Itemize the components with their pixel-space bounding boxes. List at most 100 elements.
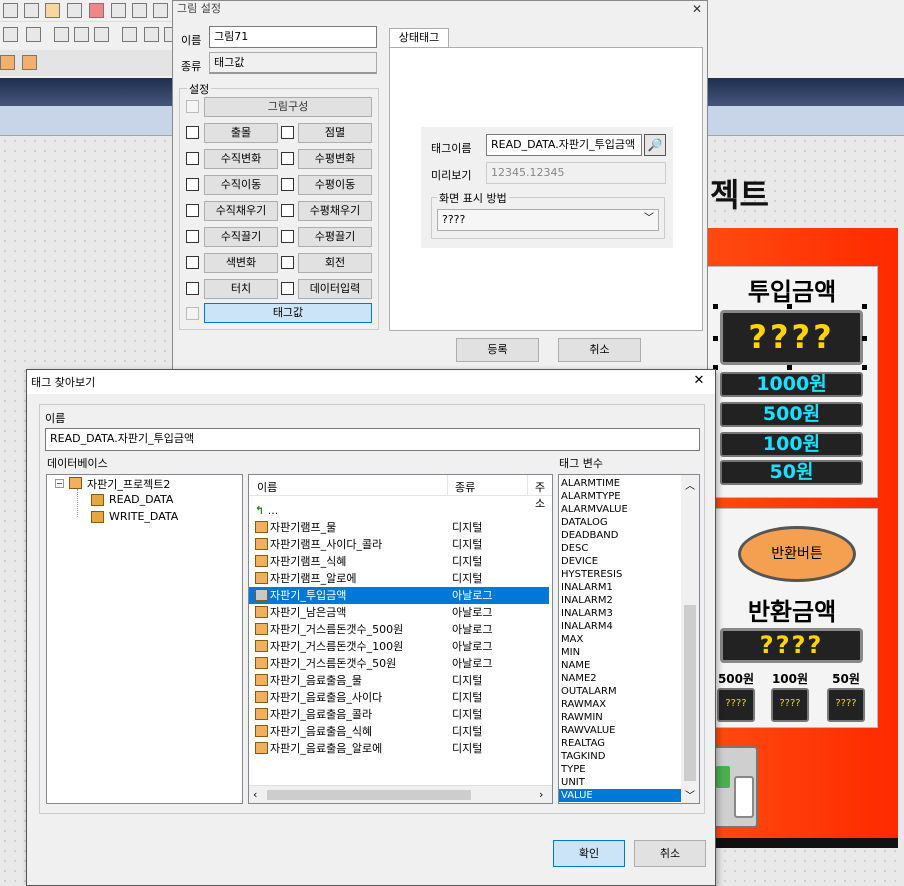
selection-handle[interactable]: [787, 365, 792, 370]
toolbar-grid-icon[interactable]: [153, 3, 168, 18]
tag-var-item[interactable]: ALARMTYPE: [559, 490, 681, 503]
option-button[interactable]: 출몰: [204, 123, 278, 143]
option-checkbox[interactable]: [281, 126, 294, 139]
tag-var-item[interactable]: INALARM1: [559, 581, 681, 594]
tag-var-item[interactable]: ALARMTIME: [559, 477, 681, 490]
option-button[interactable]: 색변화: [204, 253, 278, 273]
toolbar-open-icon[interactable]: [24, 3, 39, 18]
vertical-scrollbar[interactable]: ︿ ﹀: [681, 475, 699, 803]
scroll-left-icon[interactable]: ‹: [253, 788, 257, 801]
col-kind-header[interactable]: 종류: [455, 479, 475, 495]
tag-var-item[interactable]: VALUE: [559, 789, 681, 802]
tag-path-input[interactable]: READ_DATA.자판기_투입금액: [45, 428, 700, 451]
selection-handle[interactable]: [862, 365, 867, 370]
selection-handle[interactable]: [862, 336, 867, 341]
h-space-icon[interactable]: [122, 27, 137, 42]
v-space-icon[interactable]: [144, 27, 159, 42]
cancel-button[interactable]: 취소: [558, 338, 641, 362]
option-button[interactable]: 수평채우기: [298, 201, 372, 221]
table-row[interactable]: 자판기_음료출음_식혜 디지털: [249, 723, 549, 740]
tag-var-item[interactable]: RAWMAX: [559, 698, 681, 711]
cancel-button[interactable]: 취소: [634, 840, 706, 867]
option-checkbox[interactable]: [281, 256, 294, 269]
close-icon[interactable]: ✕: [689, 373, 709, 388]
register-button[interactable]: 등록: [456, 338, 539, 362]
option-checkbox[interactable]: [281, 282, 294, 295]
tag-var-item[interactable]: NAME2: [559, 672, 681, 685]
tag-var-list[interactable]: ALARMTIME ALARMTYPE ALARMVALUE DATALOG DEADB…: [558, 474, 700, 804]
option-button[interactable]: 데이터입력: [298, 279, 372, 299]
table-row[interactable]: 자판기_음료출음_알로에 디지털: [249, 740, 549, 757]
align-bottom-icon[interactable]: [26, 27, 41, 42]
table-row[interactable]: 자판기램프_사이다_콜라 디지털: [249, 536, 549, 553]
table-row[interactable]: 자판기_남은금액 아날로그: [249, 604, 549, 621]
tag-list[interactable]: 이름 종류 주소 ↰ ... 자판기램프_물 디지털 자판기램프_사이다_콜라 디지털…: [248, 474, 553, 804]
col-name-header[interactable]: 이름: [257, 479, 277, 495]
tag-var-item[interactable]: DEADBAND: [559, 529, 681, 542]
list-item-parent[interactable]: ↰ ...: [249, 502, 549, 519]
scroll-up-icon[interactable]: ︿: [685, 477, 695, 492]
collapse-icon[interactable]: −: [55, 479, 64, 488]
insert-display[interactable]: ????: [720, 310, 863, 365]
tree-root[interactable]: 자판기_프로젝트2: [87, 476, 170, 492]
image-tool-icon[interactable]: [22, 55, 37, 70]
option-checkbox[interactable]: [186, 126, 199, 139]
option-button[interactable]: 점멸: [298, 123, 372, 143]
tag-var-item[interactable]: DESC: [559, 542, 681, 555]
table-row[interactable]: 자판기_음료출음_콜라 디지털: [249, 706, 549, 723]
align-left-icon[interactable]: [3, 27, 18, 42]
option-button[interactable]: 수직변화: [204, 149, 278, 169]
tag-value-button[interactable]: 태그값: [204, 303, 372, 323]
same-width-icon[interactable]: [54, 27, 69, 42]
toolbar-new-icon[interactable]: [3, 3, 18, 18]
tree-item-read-data[interactable]: READ_DATA: [109, 493, 173, 506]
tag-var-item[interactable]: TYPE: [559, 763, 681, 776]
picture-tool-icon[interactable]: [0, 55, 15, 70]
option-button[interactable]: 수직끌기: [204, 227, 278, 247]
option-checkbox[interactable]: [186, 152, 199, 165]
toolbar-save-icon[interactable]: [45, 3, 60, 18]
tag-var-item[interactable]: INALARM4: [559, 620, 681, 633]
tag-var-item[interactable]: REALTAG: [559, 737, 681, 750]
tag-var-item[interactable]: DEVICE: [559, 555, 681, 568]
table-row[interactable]: 자판기_음료출음_사이다 디지털: [249, 689, 549, 706]
option-button[interactable]: 수평변화: [298, 149, 372, 169]
option-checkbox[interactable]: [281, 178, 294, 191]
selection-handle[interactable]: [862, 304, 867, 309]
toolbar-print-icon[interactable]: [67, 3, 82, 18]
option-checkbox[interactable]: [281, 204, 294, 217]
tag-var-item[interactable]: OUTALARM: [559, 685, 681, 698]
display-method-select[interactable]: ???? ﹀: [437, 209, 659, 231]
option-button[interactable]: 수직이동: [204, 175, 278, 195]
tag-browse-icon[interactable]: 🔎: [644, 134, 666, 156]
option-checkbox[interactable]: [186, 178, 199, 191]
option-checkbox[interactable]: [281, 230, 294, 243]
toolbar-doc-icon[interactable]: [111, 3, 126, 18]
table-row[interactable]: 자판기램프_알로에 디지털: [249, 570, 549, 587]
table-row[interactable]: 자판기램프_물 디지털: [249, 519, 549, 536]
table-row[interactable]: 자판기_거스름돈갯수_500원 아날로그: [249, 621, 549, 638]
scroll-down-icon[interactable]: ﹀: [685, 787, 695, 802]
option-button[interactable]: 수직채우기: [204, 201, 278, 221]
tag-var-item[interactable]: MIN: [559, 646, 681, 659]
coin-50-button[interactable]: 50원: [720, 460, 863, 485]
tag-var-item[interactable]: HYSTERESIS: [559, 568, 681, 581]
return-button[interactable]: 반환버튼: [738, 526, 856, 582]
tag-name-input[interactable]: READ_DATA.자판기_투입금액: [486, 134, 642, 156]
selection-handle[interactable]: [787, 304, 792, 309]
table-row[interactable]: 자판기_음료출음_물 디지털: [249, 672, 549, 689]
selection-handle[interactable]: [713, 336, 718, 341]
tag-var-item[interactable]: ALARMVALUE: [559, 503, 681, 516]
option-button[interactable]: 회전: [298, 253, 372, 273]
coin-500-button[interactable]: 500원: [720, 402, 863, 427]
horizontal-scrollbar[interactable]: ‹ ›: [249, 785, 552, 803]
selection-handle[interactable]: [713, 304, 718, 309]
same-size-icon[interactable]: [94, 27, 109, 42]
tag-var-item[interactable]: UNIT: [559, 776, 681, 789]
option-button[interactable]: 수평이동: [298, 175, 372, 195]
option-checkbox[interactable]: [186, 230, 199, 243]
compose-button[interactable]: 그림구성: [204, 97, 372, 117]
option-checkbox[interactable]: [186, 204, 199, 217]
table-row[interactable]: 자판기_거스름돈갯수_50원 아날로그: [249, 655, 549, 672]
toolbar-help-icon[interactable]: [89, 3, 104, 18]
